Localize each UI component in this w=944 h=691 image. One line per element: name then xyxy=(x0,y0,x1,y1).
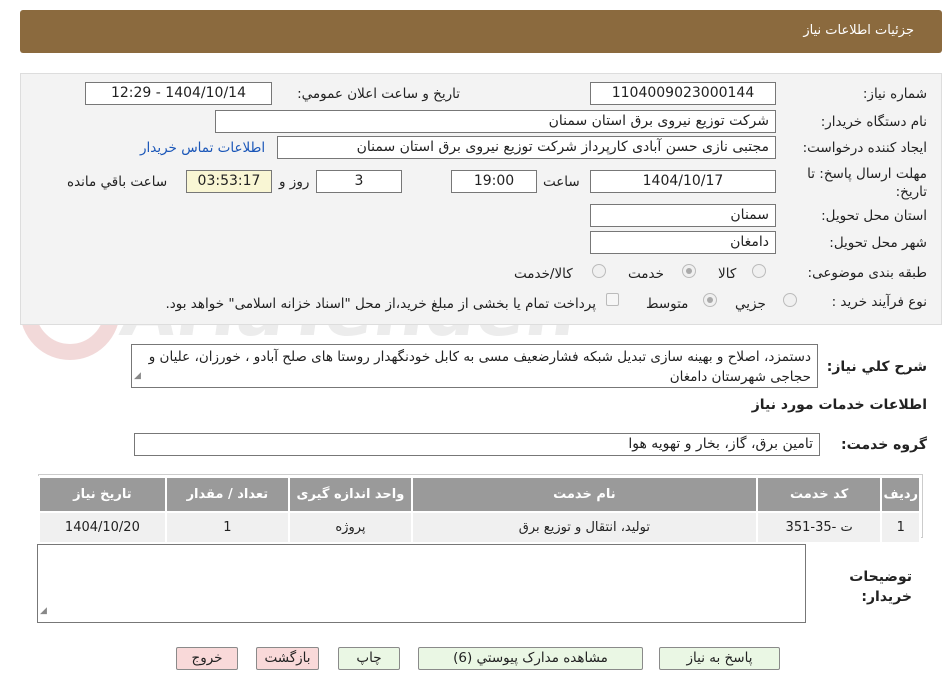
process-minor-label: جزيي xyxy=(735,296,766,312)
deadline-time-label: ساعت xyxy=(543,174,580,190)
cell-need-date: 1404/10/20 xyxy=(38,511,167,544)
table-row: 1 ت -35-351 تولید، انتقال و توزیع برق پر… xyxy=(38,511,921,544)
process-minor-radio[interactable] xyxy=(783,293,797,307)
buyer-label: نام دستگاه خریدار: xyxy=(820,114,927,130)
remaining-label: ساعت باقي مانده xyxy=(67,174,168,190)
buyer-field: شرکت توزیع نیروی برق استان سمنان xyxy=(215,110,776,133)
process-label: نوع فرآیند خرید : xyxy=(831,294,927,310)
exit-button[interactable]: خروج xyxy=(176,647,238,670)
col-row: ردیف xyxy=(880,476,921,513)
contact-buyer-link[interactable]: اطلاعات تماس خریدار xyxy=(140,140,265,156)
description-label: شرح کلي نیاز: xyxy=(826,359,927,375)
province-field: سمنان xyxy=(590,204,776,227)
remaining-time-field: 03:53:17 xyxy=(186,170,272,193)
city-field: دامغان xyxy=(590,231,776,254)
creator-field: مجتبی نازی حسن آبادی کارپرداز شرکت توزیع… xyxy=(277,136,776,159)
cell-unit: پروژه xyxy=(287,511,414,544)
print-button[interactable]: چاپ xyxy=(338,647,400,670)
services-section-title: اطلاعات خدمات مورد نیاز xyxy=(751,397,927,413)
category-goods-radio[interactable] xyxy=(752,264,766,278)
attachments-button[interactable]: مشاهده مدارک پیوستي (6) xyxy=(418,647,643,670)
resize-grip-icon: ◢ xyxy=(134,371,141,381)
col-service-name: نام خدمت xyxy=(411,476,758,513)
category-goods-service-radio[interactable] xyxy=(592,264,606,278)
resize-grip-icon: ◢ xyxy=(40,606,47,616)
service-group-field: تامین برق، گاز، بخار و تهویه هوا xyxy=(134,433,820,456)
process-medium-label: متوسط xyxy=(646,296,689,312)
deadline-time-field: 19:00 xyxy=(451,170,537,193)
buyer-notes-textarea[interactable]: ◢ xyxy=(37,544,806,623)
buyer-notes-label: توضیحات خریدار: xyxy=(849,569,912,605)
col-need-date: تاریخ نیاز xyxy=(38,476,167,513)
category-goods-service-label: کالا/خدمت xyxy=(514,266,573,282)
col-service-code: کد خدمت xyxy=(755,476,883,513)
reply-button[interactable]: پاسخ به نیاز xyxy=(659,647,780,670)
page-header: جزئیات اطلاعات نیاز xyxy=(20,10,942,53)
province-label: استان محل تحویل: xyxy=(821,208,927,224)
category-service-label: خدمت xyxy=(628,266,664,282)
creator-label: ایجاد کننده درخواست: xyxy=(802,140,927,156)
back-button[interactable]: بازگشت xyxy=(256,647,319,670)
need-number-label: شماره نیاز: xyxy=(862,86,927,102)
days-label: روز و xyxy=(279,174,310,190)
service-group-label: گروه خدمت: xyxy=(841,437,927,453)
page-title: جزئیات اطلاعات نیاز xyxy=(803,23,914,38)
treasury-checkbox[interactable] xyxy=(606,293,619,306)
col-quantity: تعداد / مقدار xyxy=(164,476,290,513)
cell-row: 1 xyxy=(880,511,921,544)
cell-service-name: تولید، انتقال و توزیع برق xyxy=(411,511,758,544)
announce-field: 1404/10/14 - 12:29 xyxy=(85,82,272,105)
deadline-label: مهلت ارسال پاسخ: تا تاریخ: xyxy=(807,166,927,200)
need-number-field: 1104009023000144 xyxy=(590,82,776,105)
description-textarea[interactable]: دستمزد، اصلاح و بهینه سازی تبدیل شبکه فش… xyxy=(131,344,818,388)
announce-label: تاریخ و ساعت اعلان عمومي: xyxy=(297,86,460,102)
process-medium-radio[interactable] xyxy=(703,293,717,307)
services-table: ردیف کد خدمت نام خدمت واحد اندازه گیری ت… xyxy=(38,476,921,544)
category-label: طبقه بندی موضوعی: xyxy=(807,265,927,281)
category-goods-label: کالا xyxy=(718,266,737,282)
col-unit: واحد اندازه گیری xyxy=(287,476,414,513)
payment-note: پرداخت تمام یا بخشی از مبلغ خرید،از محل … xyxy=(165,296,596,312)
cell-quantity: 1 xyxy=(164,511,290,544)
cell-service-code: ت -35-351 xyxy=(755,511,883,544)
description-text: دستمزد، اصلاح و بهینه سازی تبدیل شبکه فش… xyxy=(148,349,811,385)
city-label: شهر محل تحویل: xyxy=(829,235,927,251)
category-service-radio[interactable] xyxy=(682,264,696,278)
deadline-date-field: 1404/10/17 xyxy=(590,170,776,193)
days-field: 3 xyxy=(316,170,402,193)
